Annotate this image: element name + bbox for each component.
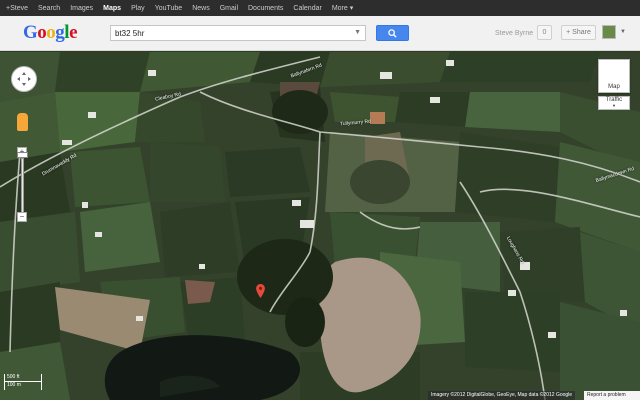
pan-control[interactable] [11, 66, 37, 92]
logo-letter: g [55, 22, 65, 43]
report-problem-link[interactable]: Report a problem [584, 391, 640, 400]
logo-letter: o [46, 22, 56, 43]
search-button[interactable] [376, 25, 409, 41]
search-dropdown-icon[interactable]: ▼ [354, 29, 361, 36]
zoom-slider-handle[interactable] [17, 152, 28, 158]
map-attribution: Imagery ©2012 DigitalGlobe, GeoEye, Map … [428, 391, 576, 400]
maps-header: Google bt32 5hr ▼ Steve Byrne 0 + Share … [0, 16, 640, 51]
zoom-out-button[interactable]: − [17, 212, 27, 222]
zoom-slider-track[interactable] [21, 158, 24, 214]
gbar-item-youtube[interactable]: YouTube [155, 5, 183, 12]
search-input-value: bt32 5hr [115, 28, 145, 38]
scale-top-label: 500 ft [5, 374, 41, 382]
gbar-item-maps[interactable]: Maps [103, 5, 121, 12]
logo-letter: o [37, 22, 47, 43]
chevron-down-icon: ▼ [612, 103, 616, 108]
satellite-imagery [0, 52, 640, 400]
gbar-item-steve[interactable]: +Steve [6, 5, 28, 12]
gbar-item-search[interactable]: Search [38, 5, 60, 12]
pan-arrows-icon [17, 72, 31, 86]
logo-letter: e [69, 22, 77, 43]
google-logo[interactable]: Google [23, 22, 77, 44]
gbar-item-more[interactable]: More ▾ [332, 4, 353, 12]
gbar-item-play[interactable]: Play [131, 5, 145, 12]
street-view-pegman-icon[interactable] [17, 113, 28, 131]
user-name[interactable]: Steve Byrne [495, 30, 533, 37]
google-bar: +Steve Search Images Maps Play YouTube News Gma… [0, 0, 640, 16]
share-button[interactable]: + Share [561, 25, 596, 40]
notification-count[interactable]: 0 [537, 25, 552, 40]
map-type-label: Map [608, 84, 620, 90]
search-input[interactable]: bt32 5hr ▼ [110, 25, 366, 41]
scale-bar: 500 ft 100 m [4, 374, 42, 390]
traffic-button[interactable]: Traffic ▼ [598, 96, 630, 110]
chevron-down-icon[interactable]: ▼ [620, 29, 626, 35]
gbar-item-news[interactable]: News [192, 5, 210, 12]
gbar-item-images[interactable]: Images [70, 5, 93, 12]
map-type-button[interactable]: Map [598, 59, 630, 93]
gbar-item-documents[interactable]: Documents [248, 5, 283, 12]
scale-bar-lines: 500 ft 100 m [4, 374, 42, 390]
gbar-item-calendar[interactable]: Calendar [293, 5, 321, 12]
scale-bottom-label: 100 m [7, 382, 21, 388]
search-icon [388, 28, 397, 38]
avatar[interactable] [602, 25, 616, 39]
logo-letter: G [23, 22, 38, 43]
satellite-map[interactable]: Ballynafern Rd Cleaboy Rd Tullymurry Rd … [0, 52, 640, 400]
gbar-item-gmail[interactable]: Gmail [220, 5, 238, 12]
location-marker-icon[interactable] [256, 284, 265, 298]
